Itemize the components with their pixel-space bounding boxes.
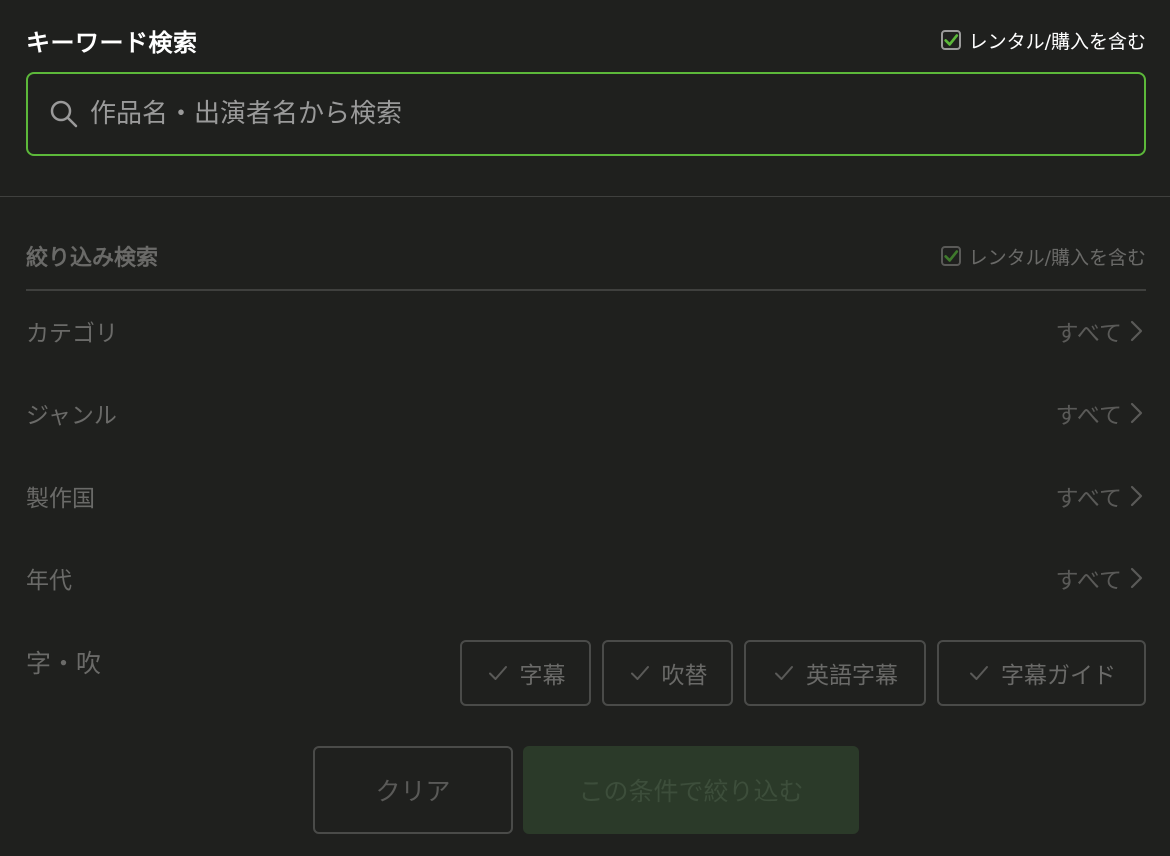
search-filter-panel: キーワード検索 レンタル/購入を含む 絞り込み検索 レンタル [0,0,1170,856]
chip-subtitle-guide[interactable]: 字幕ガイド [937,640,1146,706]
keyword-rental-toggle[interactable]: レンタル/購入を含む [940,27,1146,54]
keyword-rental-label: レンタル/購入を含む [968,30,1146,53]
filter-row-value-text: すべて [1055,486,1122,512]
chip-label: 字幕ガイド [1001,663,1116,689]
filter-row-country[interactable]: 製作国 すべて [26,476,1146,516]
subtitle-dub-chips: 字幕 吹替 英語字幕 字幕ガイド [460,640,1146,706]
check-icon [943,34,958,46]
check-icon [943,250,958,262]
filter-row-label: 年代 [26,568,72,594]
chevron-right-icon [1130,485,1143,507]
chip-label: 字幕 [519,663,566,689]
filter-header-divider [26,289,1146,291]
filter-row-value: すべて [1056,561,1146,595]
filter-rental-label: レンタル/購入を含む [968,246,1146,269]
chevron-right-icon [1130,402,1143,424]
check-icon [775,666,793,680]
filter-row-value: すべて [1056,314,1146,348]
filter-row-category[interactable]: カテゴリ すべて [26,311,1146,351]
keyword-search-title: キーワード検索 [26,28,198,57]
search-box[interactable] [26,72,1146,156]
keyword-rental-checkbox[interactable] [940,30,961,50]
subtitle-dub-label: 字・吹 [26,649,102,678]
subtitle-dub-row: 字・吹 字幕 吹替 英語字幕 字幕ガイド [26,640,1146,706]
check-icon [970,666,988,680]
filter-rental-checkbox[interactable] [940,246,961,266]
chip-subtitles[interactable]: 字幕 [460,640,591,706]
filter-row-label: ジャンル [26,403,117,429]
keyword-search-header: キーワード検索 レンタル/購入を含む [26,22,1146,58]
filter-row-value: すべて [1056,396,1146,430]
filter-row-value-text: すべて [1055,321,1122,347]
filter-row-value-text: すべて [1055,403,1122,429]
filter-row-value: すべて [1056,479,1146,513]
chip-label: 英語字幕 [806,663,898,689]
filter-search-title: 絞り込み検索 [26,246,159,271]
chip-dubbed[interactable]: 吹替 [602,640,733,706]
search-input[interactable] [90,89,1070,139]
filter-row-value-text: すべて [1055,568,1122,594]
filter-row-label: カテゴリ [26,321,118,347]
filter-row-era[interactable]: 年代 すべて [26,558,1146,598]
chevron-right-icon [1130,320,1143,342]
chip-english-subtitles[interactable]: 英語字幕 [744,640,926,706]
clear-button[interactable]: クリア [313,746,513,834]
check-icon [488,666,507,680]
check-icon [630,666,649,680]
chip-label: 吹替 [661,663,708,689]
chevron-right-icon [1130,567,1143,589]
filter-rental-toggle[interactable]: レンタル/購入を含む [940,243,1146,270]
filter-search-header: 絞り込み検索 レンタル/購入を含む [26,238,1146,274]
filter-row-genre[interactable]: ジャンル すべて [26,393,1146,433]
search-icon [50,100,78,128]
apply-filter-button[interactable]: この条件で絞り込む [523,746,859,834]
filter-row-label: 製作国 [26,486,95,512]
section-divider [0,196,1170,197]
